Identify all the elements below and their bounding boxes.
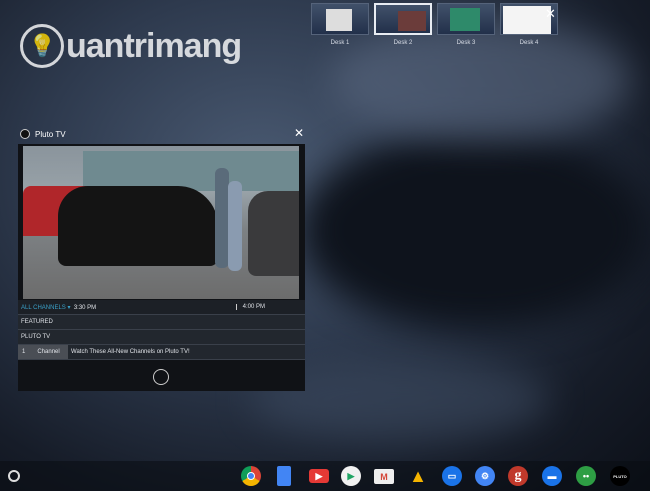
channel-number: 1	[22, 349, 26, 355]
settings-icon[interactable]: ⚙	[475, 466, 495, 486]
window-titlebar: Pluto TV	[20, 129, 66, 139]
all-channels-dropdown[interactable]: ALL CHANNELS ▾	[21, 305, 70, 311]
desk-2[interactable]: Desk 2	[374, 3, 432, 46]
window-close-button[interactable]: ✕	[294, 126, 304, 140]
launcher-button[interactable]	[8, 470, 20, 482]
close-desk-icon[interactable]: ✕	[545, 6, 556, 22]
watermark: 💡 uantrimang	[20, 24, 242, 68]
loading-spinner-icon	[153, 369, 169, 385]
category-pluto-tv[interactable]: PLUTO TV	[18, 330, 305, 345]
channel-guide: ALL CHANNELS ▾ 3:30 PM 4:00 PM FEATURED …	[18, 300, 305, 360]
desk-3[interactable]: Desk 3	[437, 3, 495, 46]
category-featured[interactable]: FEATURED	[18, 315, 305, 330]
gmail-icon[interactable]: M	[374, 469, 394, 484]
virtual-desks-bar: Desk 1 Desk 2 Desk 3 Desk 4	[311, 3, 558, 46]
docs-icon[interactable]	[277, 466, 291, 486]
pluto-tv-icon	[20, 129, 30, 139]
watermark-text: uantrimang	[66, 26, 242, 65]
video-player[interactable]	[23, 146, 299, 299]
time-slot: 4:00 PM	[235, 304, 265, 310]
android-app-icon[interactable]: ••	[576, 466, 596, 486]
desk-label: Desk 2	[393, 40, 413, 46]
category-label: FEATURED	[21, 319, 53, 325]
play-store-icon[interactable]: ▶	[341, 466, 361, 486]
channel-name: Channel	[37, 349, 60, 355]
lightbulb-logo-icon: 💡	[20, 24, 64, 68]
pluto-tv-app-icon[interactable]: PLUTO	[610, 466, 630, 486]
files-icon[interactable]: ▬	[542, 466, 562, 486]
category-label: PLUTO TV	[21, 334, 51, 340]
desk-1[interactable]: Desk 1	[311, 3, 369, 46]
youtube-icon[interactable]: ▶	[309, 469, 329, 483]
desk-label: Desk 1	[330, 40, 350, 46]
time-slot: 3:30 PM	[73, 304, 97, 311]
desk-label: Desk 4	[519, 40, 539, 46]
g-app-icon[interactable]: g	[508, 466, 528, 486]
messages-icon[interactable]: ▭	[442, 466, 462, 486]
channel-row[interactable]: 1 Channel Watch These All-New Channels on…	[18, 345, 305, 360]
program-title[interactable]: Watch These All-New Channels on Pluto TV…	[68, 349, 190, 355]
desk-label: Desk 3	[456, 40, 476, 46]
chrome-icon[interactable]	[241, 466, 261, 486]
drive-icon[interactable]: ▲	[408, 466, 428, 486]
pluto-tv-window: ALL CHANNELS ▾ 3:30 PM 4:00 PM FEATURED …	[18, 144, 305, 391]
window-title: Pluto TV	[35, 129, 66, 139]
